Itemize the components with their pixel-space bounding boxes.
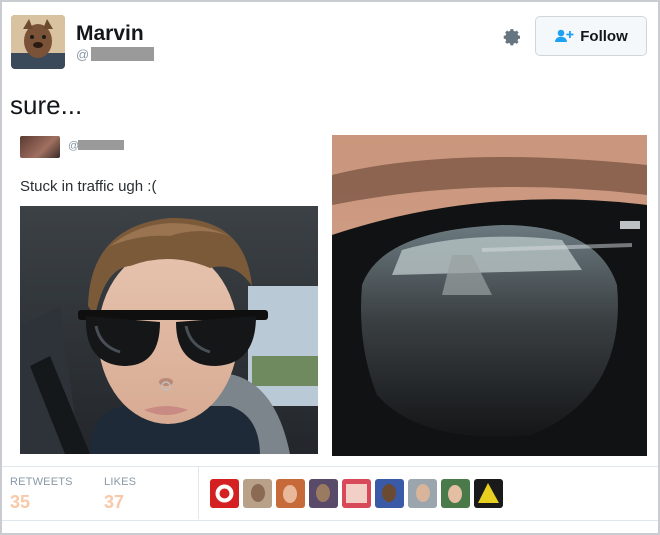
handle-redaction xyxy=(91,47,155,61)
tweet-card: Marvin @ Follow sure... @ Stuck in traff… xyxy=(0,0,660,535)
stats-separator xyxy=(198,467,199,519)
handle-prefix: @ xyxy=(76,46,90,62)
user-display-name[interactable]: Marvin xyxy=(76,22,144,46)
liker-avatar[interactable] xyxy=(210,479,239,508)
tweet-text: sure... xyxy=(10,90,83,120)
tweet-image-left[interactable]: @ Stuck in traffic ugh :( xyxy=(10,134,326,456)
liker-avatar[interactable] xyxy=(474,479,503,508)
embedded-avatar xyxy=(20,136,60,158)
selfie-photo xyxy=(20,206,318,454)
liker-avatar[interactable] xyxy=(375,479,404,508)
liker-avatar[interactable] xyxy=(441,479,470,508)
stats-divider-bottom xyxy=(2,520,658,521)
liker-avatars xyxy=(210,479,503,508)
embedded-tweet-text: Stuck in traffic ugh :( xyxy=(20,178,157,195)
avatar-image xyxy=(11,15,65,69)
tweet-image-right[interactable] xyxy=(332,135,647,456)
liker-avatar[interactable] xyxy=(276,479,305,508)
retweets-label[interactable]: RETWEETS xyxy=(10,476,73,488)
user-avatar[interactable] xyxy=(11,15,65,69)
follow-label: Follow xyxy=(580,27,628,45)
retweets-count[interactable]: 35 xyxy=(10,492,30,513)
liker-avatar[interactable] xyxy=(309,479,338,508)
sunglasses-closeup-photo xyxy=(332,135,647,456)
liker-avatar[interactable] xyxy=(243,479,272,508)
embedded-handle-redaction xyxy=(78,140,124,150)
liker-avatar[interactable] xyxy=(408,479,437,508)
add-user-icon xyxy=(555,29,574,42)
gear-icon[interactable] xyxy=(498,24,524,50)
likes-count[interactable]: 37 xyxy=(104,492,124,513)
liker-avatar[interactable] xyxy=(342,479,371,508)
likes-label[interactable]: LIKES xyxy=(104,476,136,488)
stats-divider-top xyxy=(2,466,658,467)
follow-button[interactable]: Follow xyxy=(535,16,647,56)
user-handle[interactable]: @ xyxy=(76,46,155,62)
